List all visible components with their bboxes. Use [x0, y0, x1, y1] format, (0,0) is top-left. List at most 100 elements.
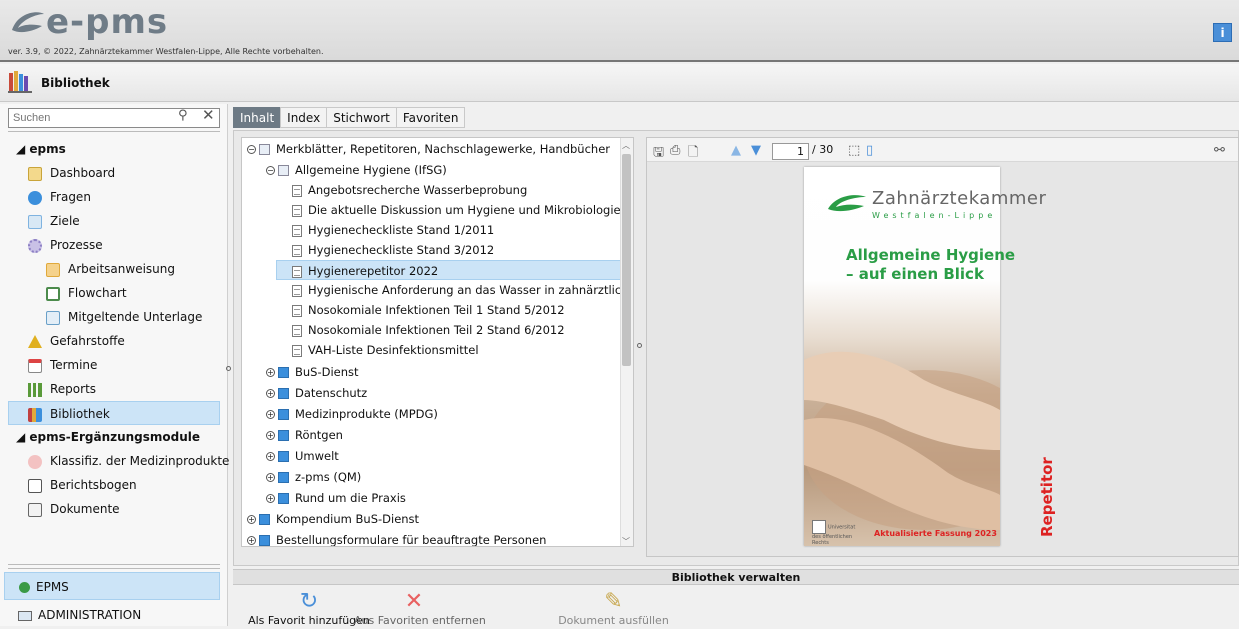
next-page-icon[interactable]: ▼	[751, 143, 761, 158]
scrollbar-thumb[interactable]	[622, 154, 631, 366]
sidebar-item-gefahrstoffe[interactable]: Gefahrstoffe	[8, 329, 220, 353]
tree-doc[interactable]: Angebotsrecherche Wasserbeprobung	[292, 180, 527, 200]
tree-doc[interactable]: Hygienecheckliste Stand 1/2011	[292, 220, 494, 240]
scroll-down-icon[interactable]: ﹀	[622, 536, 630, 547]
tree-folder[interactable]: + Medizinprodukte (MPDG)	[266, 404, 438, 424]
book-icon	[278, 430, 289, 441]
page-title: Bibliothek	[41, 76, 110, 90]
expand-icon[interactable]: +	[266, 494, 275, 503]
app-logo: e-pms	[8, 2, 168, 42]
nav-administration[interactable]: ADMINISTRATION	[4, 601, 220, 629]
tree-doc[interactable]: Nosokomiale Infektionen Teil 2 Stand 6/2…	[292, 320, 565, 340]
fit-page-icon[interactable]: ▯	[866, 143, 873, 158]
tree-folder-hygiene[interactable]: − Allgemeine Hygiene (IfSG)	[266, 160, 447, 180]
epms-icon	[19, 582, 30, 593]
tree-doc[interactable]: VAH-Liste Desinfektionsmittel	[292, 340, 479, 360]
sidebar-group-epms-erganzungsmodule[interactable]: ◢ epms-Ergänzungsmodule	[8, 425, 220, 449]
fill-document-button[interactable]: ✎ Dokument ausfüllen	[556, 590, 671, 628]
sidebar-item-dokumente[interactable]: Dokumente	[8, 497, 220, 521]
book-icon	[278, 388, 289, 399]
book-icon	[259, 514, 270, 525]
dashboard-icon	[28, 166, 42, 181]
search-icon[interactable]: ⚲	[178, 108, 188, 123]
calendar-icon	[28, 358, 42, 373]
nav-epms[interactable]: EPMS	[4, 572, 220, 600]
sidebar-item-mitgeltende-unterlage[interactable]: Mitgeltende Unterlage	[8, 305, 220, 329]
book-icon	[259, 535, 270, 546]
tree-folder[interactable]: + z-pms (QM)	[266, 467, 361, 487]
sidebar-tree: ◢ epms Dashboard Fragen Ziele Prozesse A…	[8, 137, 229, 521]
document-icon	[292, 204, 302, 217]
gear-icon	[28, 238, 42, 253]
tree-root[interactable]: − Merkblätter, Repetitoren, Nachschlagewe…	[247, 139, 610, 159]
splitter-handle[interactable]	[637, 343, 642, 348]
expand-icon[interactable]: +	[266, 368, 275, 377]
tree-folder[interactable]: + Umwelt	[266, 446, 339, 466]
expand-icon[interactable]: +	[266, 452, 275, 461]
expand-icon[interactable]: +	[247, 515, 256, 524]
expand-icon[interactable]: +	[266, 389, 275, 398]
tab-inhalt[interactable]: Inhalt	[233, 107, 282, 128]
tab-index[interactable]: Index	[280, 107, 328, 128]
flowchart-icon	[46, 286, 60, 301]
tree-folder[interactable]: + Bestellungsformulare für beauftragte Pe…	[247, 530, 546, 546]
sidebar-item-bibliothek[interactable]: Bibliothek	[8, 401, 220, 425]
info-button[interactable]: i	[1213, 23, 1232, 42]
expand-icon[interactable]: +	[266, 431, 275, 440]
sidebar-item-klassifiz[interactable]: Klassifiz. der Medizinprodukte	[8, 449, 229, 473]
sidebar-item-fragen[interactable]: Fragen	[8, 185, 220, 209]
page-title-bar	[0, 64, 1239, 102]
manage-bar-title: Bibliothek verwalten	[233, 569, 1239, 585]
divider	[8, 568, 220, 569]
scroll-up-icon[interactable]: ︿	[622, 140, 630, 151]
tree-doc-selected[interactable]: Hygienerepetitor 2022	[276, 260, 621, 280]
sidebar-item-ziele[interactable]: Ziele	[8, 209, 220, 233]
expand-icon[interactable]: +	[247, 536, 256, 545]
save-icon[interactable]: 🖫	[653, 143, 664, 165]
tree-doc[interactable]: Hygienecheckliste Stand 3/2012	[292, 240, 494, 260]
expand-icon[interactable]: +	[266, 410, 275, 419]
sidebar-item-arbeitsanweisung[interactable]: Arbeitsanweisung	[8, 257, 220, 281]
print-icon[interactable]: ⎙	[670, 143, 680, 158]
book-icon	[278, 472, 289, 483]
tree-folder[interactable]: + Röntgen	[266, 425, 343, 445]
sidebar-group-epms[interactable]: ◢ epms	[8, 137, 220, 161]
sidebar-item-flowchart[interactable]: Flowchart	[8, 281, 220, 305]
cover-title: Allgemeine Hygiene – auf einen Blick	[846, 246, 1016, 283]
page-number-input[interactable]: 1	[772, 143, 809, 160]
collapse-icon[interactable]: −	[266, 166, 275, 175]
splitter-handle[interactable]	[226, 366, 231, 371]
tree-doc[interactable]: Hygienische Anforderung an das Wasser in…	[292, 280, 633, 300]
logo-swoosh-icon	[12, 12, 44, 33]
tree-folder[interactable]: + Datenschutz	[266, 383, 367, 403]
tree-doc[interactable]: Die aktuelle Diskussion um Hygiene und M…	[292, 200, 621, 220]
tab-favoriten[interactable]: Favoriten	[395, 107, 466, 128]
remove-favorite-button[interactable]: ✕ Aus Favoriten entfernen	[354, 590, 486, 628]
clear-search-icon[interactable]: ✕	[202, 106, 215, 124]
tree-folder[interactable]: + Rund um die Praxis	[266, 488, 406, 508]
book-icon	[278, 367, 289, 378]
sidebar-item-dashboard[interactable]: Dashboard	[8, 161, 220, 185]
tree-doc[interactable]: Nosokomiale Infektionen Teil 1 Stand 5/2…	[292, 300, 565, 320]
expand-icon[interactable]: +	[266, 473, 275, 482]
tree-folder[interactable]: + BuS-Dienst	[266, 362, 359, 382]
tree-folder[interactable]: + Kompendium BuS-Dienst	[247, 509, 419, 529]
hands-image	[804, 351, 1000, 530]
instruction-icon	[46, 262, 60, 277]
find-icon[interactable]: ⚯	[1214, 143, 1225, 158]
sidebar-item-termine[interactable]: Termine	[8, 353, 220, 377]
cover-brand-sub: Westfalen-Lippe	[872, 211, 997, 220]
search-input[interactable]	[8, 108, 220, 128]
tab-stichwort[interactable]: Stichwort	[326, 107, 397, 128]
previous-page-icon[interactable]: ▲	[731, 143, 741, 158]
collapse-icon[interactable]: −	[247, 145, 256, 154]
documents-icon	[28, 502, 42, 517]
library-tree: − Merkblätter, Repetitoren, Nachschlagewe…	[241, 137, 634, 547]
edit-form-icon	[28, 478, 42, 493]
cover-side-label: Repetitor	[1038, 457, 1056, 537]
fit-width-icon[interactable]: ⬚	[848, 143, 860, 158]
sidebar-item-prozesse[interactable]: Prozesse	[8, 233, 220, 257]
sidebar-item-reports[interactable]: Reports	[8, 377, 220, 401]
print-preview-icon[interactable]: 🗋	[688, 143, 698, 165]
sidebar-item-berichtsbogen[interactable]: Berichtsbogen	[8, 473, 220, 497]
